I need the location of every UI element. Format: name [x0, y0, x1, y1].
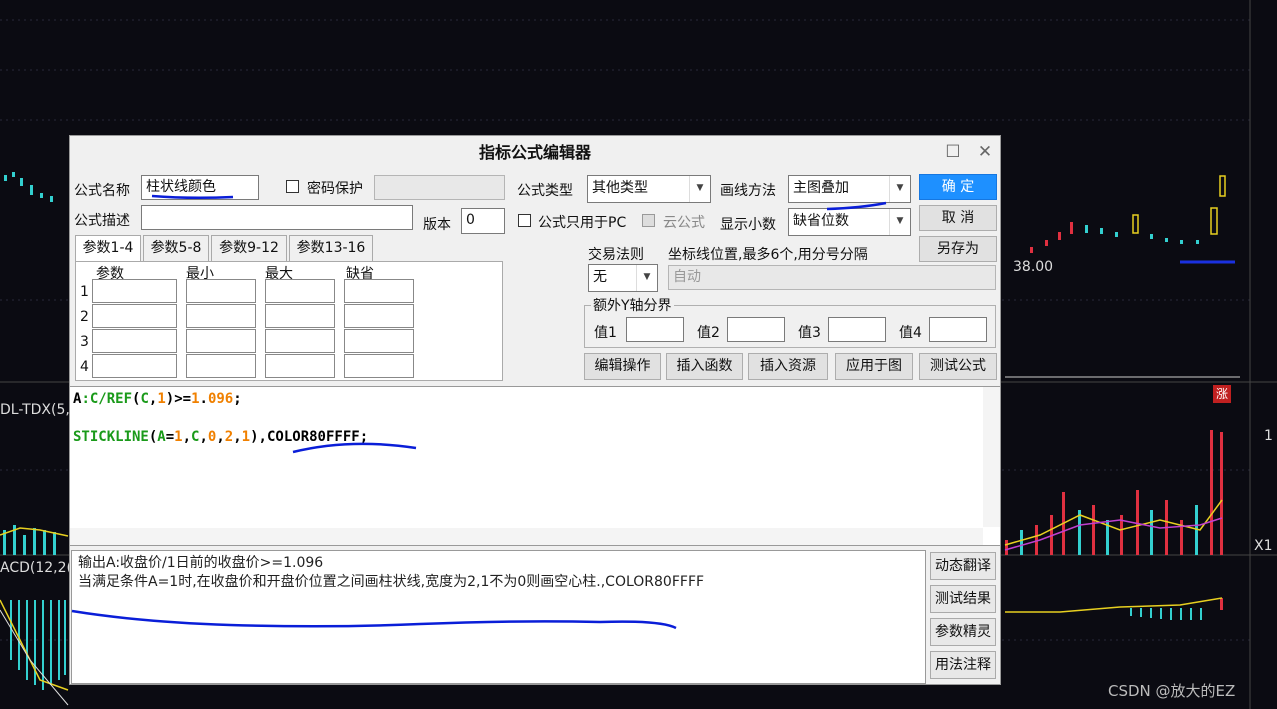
- rise-marker: 涨: [1213, 385, 1231, 403]
- axis-one-label: 1: [1264, 428, 1273, 444]
- close-icon[interactable]: ✕: [976, 143, 994, 161]
- tab-params-1-4[interactable]: 参数1-4: [75, 235, 141, 261]
- param-cell[interactable]: [92, 354, 177, 378]
- output-line-1: 输出A:收盘价/1日前的收盘价>=1.096: [78, 555, 324, 571]
- test-formula-button[interactable]: 测试公式: [919, 353, 997, 380]
- param-cell[interactable]: [92, 279, 177, 303]
- save-as-button[interactable]: 另存为: [919, 236, 997, 262]
- translation-output: 输出A:收盘价/1日前的收盘价>=1.096 当满足条件A=1时,在收盘价和开盘…: [71, 550, 926, 684]
- param-cell[interactable]: [92, 304, 177, 328]
- yaxis-label-2: 值2: [697, 325, 720, 341]
- param-wizard-button[interactable]: 参数精灵: [930, 618, 996, 646]
- decimals-select[interactable]: 缺省位数 ▼: [788, 208, 911, 236]
- editor-hscrollbar[interactable]: [70, 528, 983, 545]
- apply-to-chart-button[interactable]: 应用于图: [835, 353, 913, 380]
- version-label: 版本: [423, 217, 451, 233]
- chevron-down-icon: ▼: [889, 176, 910, 202]
- yaxis-field-4[interactable]: [929, 317, 987, 342]
- insert-function-button[interactable]: 插入函数: [666, 353, 743, 380]
- param-cell[interactable]: [265, 304, 335, 328]
- param-cell[interactable]: [344, 304, 414, 328]
- watermark: CSDN @放大的EZ: [1108, 682, 1236, 700]
- left-candles: [4, 172, 53, 202]
- cloud-checkbox[interactable]: [642, 214, 655, 227]
- draw-label: 画线方法: [720, 183, 776, 199]
- indicator1-label: DL-TDX(5,: [0, 402, 70, 418]
- param-cell[interactable]: [265, 329, 335, 353]
- yaxis-group: 额外Y轴分界 值1 值2 值3 值4: [584, 295, 996, 348]
- param-cell[interactable]: [344, 279, 414, 303]
- dialog-title: 指标公式编辑器: [478, 143, 591, 162]
- ok-button[interactable]: 确 定: [919, 174, 997, 200]
- param-cell[interactable]: [265, 354, 335, 378]
- price-label: 38.00: [1013, 259, 1054, 275]
- maximize-icon[interactable]: ☐: [944, 143, 962, 161]
- param-row-num: 4: [80, 359, 89, 375]
- yaxis-title: 额外Y轴分界: [591, 295, 674, 315]
- draw-value: 主图叠加: [793, 180, 849, 196]
- chevron-down-icon: ▼: [889, 209, 910, 235]
- cancel-button[interactable]: 取 消: [919, 205, 997, 231]
- insert-resource-button[interactable]: 插入资源: [748, 353, 828, 380]
- type-label: 公式类型: [517, 183, 573, 199]
- version-field[interactable]: 0: [461, 208, 505, 234]
- chevron-down-icon: ▼: [689, 176, 710, 202]
- desc-label: 公式描述: [74, 213, 130, 229]
- type-select[interactable]: 其他类型 ▼: [587, 175, 711, 203]
- password-label: 密码保护: [307, 181, 363, 197]
- code-editor[interactable]: A:C/REF(C,1)>=1.096; STICKLINE(A=1,C,0,2…: [70, 386, 1000, 546]
- dynamic-translate-button[interactable]: 动态翻译: [930, 552, 996, 580]
- yaxis-label-1: 值1: [594, 325, 617, 341]
- formula-editor-dialog: 指标公式编辑器 ☐ ✕ 公式名称 柱状线颜色 密码保护 公式类型 其他类型 ▼ …: [69, 135, 1001, 685]
- cloud-label: 云公式: [663, 215, 705, 231]
- name-field[interactable]: 柱状线颜色: [141, 175, 259, 200]
- name-label: 公式名称: [74, 183, 130, 199]
- type-value: 其他类型: [592, 180, 648, 196]
- yaxis-label-4: 值4: [899, 325, 922, 341]
- coord-label: 坐标线位置,最多6个,用分号分隔: [668, 247, 868, 263]
- x1-label: X1: [1254, 538, 1273, 554]
- params-panel: 参数 最小 最大 缺省 1 2 3 4: [75, 261, 503, 381]
- param-cell[interactable]: [344, 354, 414, 378]
- trade-rule-select[interactable]: 无 ▼: [588, 264, 658, 292]
- tab-params-5-8[interactable]: 参数5-8: [143, 235, 209, 261]
- param-cell[interactable]: [265, 279, 335, 303]
- param-cell[interactable]: [344, 329, 414, 353]
- code-line-1: A:C/REF(C,1)>=1.096;: [73, 391, 242, 407]
- trade-rule-value: 无: [593, 269, 607, 285]
- trade-rule-label: 交易法则: [588, 247, 644, 263]
- param-row-num: 3: [80, 334, 89, 350]
- tab-params-13-16[interactable]: 参数13-16: [289, 235, 373, 261]
- usage-notes-button[interactable]: 用法注释: [930, 651, 996, 679]
- editor-vscrollbar[interactable]: [983, 387, 1000, 527]
- decimals-label: 显示小数: [720, 217, 776, 233]
- param-row-num: 2: [80, 309, 89, 325]
- param-cell[interactable]: [186, 304, 256, 328]
- output-line-2: 当满足条件A=1时,在收盘价和开盘价位置之间画柱状线,宽度为2,1不为0则画空心…: [78, 574, 705, 590]
- password-field[interactable]: [374, 175, 505, 200]
- param-cell[interactable]: [186, 329, 256, 353]
- pc-only-checkbox[interactable]: [518, 214, 531, 227]
- yaxis-field-3[interactable]: [828, 317, 886, 342]
- tab-params-9-12[interactable]: 参数9-12: [211, 235, 287, 261]
- decimals-value: 缺省位数: [793, 213, 849, 229]
- password-checkbox[interactable]: [286, 180, 299, 193]
- draw-select[interactable]: 主图叠加 ▼: [788, 175, 911, 203]
- code-line-2: STICKLINE(A=1,C,0,2,1),COLOR80FFFF;: [73, 429, 369, 445]
- param-cell[interactable]: [186, 354, 256, 378]
- param-row-num: 1: [80, 284, 89, 300]
- coord-field[interactable]: 自动: [668, 265, 996, 290]
- test-result-button[interactable]: 测试结果: [930, 585, 996, 613]
- yaxis-label-3: 值3: [798, 325, 821, 341]
- edit-ops-button[interactable]: 编辑操作: [584, 353, 661, 380]
- param-cell[interactable]: [186, 279, 256, 303]
- param-cell[interactable]: [92, 329, 177, 353]
- yaxis-field-1[interactable]: [626, 317, 684, 342]
- desc-field[interactable]: [141, 205, 413, 230]
- pc-only-label: 公式只用于PC: [538, 215, 627, 231]
- yaxis-field-2[interactable]: [727, 317, 785, 342]
- right-candles: [1030, 175, 1226, 253]
- indicator2-label: ACD(12,2(: [0, 560, 72, 576]
- chevron-down-icon: ▼: [636, 265, 657, 291]
